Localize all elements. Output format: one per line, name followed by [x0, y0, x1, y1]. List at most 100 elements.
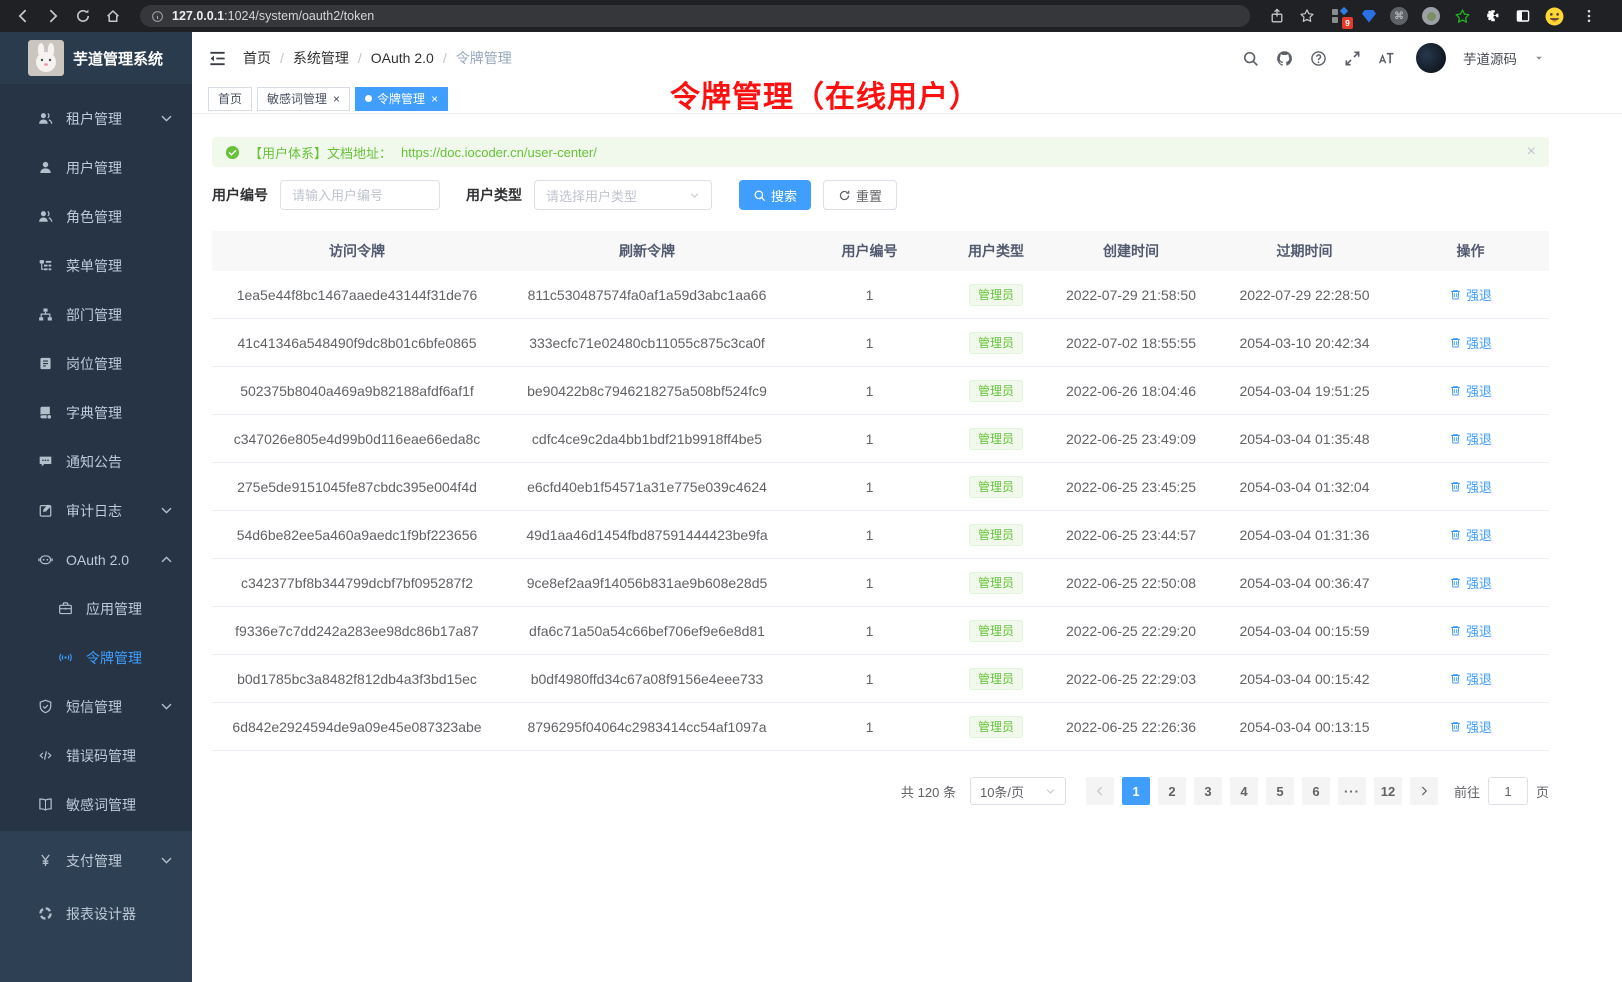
extension-star-icon[interactable] [1454, 8, 1471, 25]
tab-item[interactable]: 令牌管理× [355, 87, 448, 111]
goto-page-input[interactable] [1488, 777, 1528, 805]
chevron-down-icon [159, 853, 174, 868]
force-logout-label: 强退 [1466, 477, 1492, 496]
chevron-down-icon[interactable] [1534, 53, 1544, 63]
page-size-select[interactable]: 10条/页 [970, 777, 1066, 805]
breadcrumb-item[interactable]: 首页 [243, 48, 271, 68]
help-icon[interactable] [1310, 50, 1327, 67]
breadcrumb-item[interactable]: OAuth 2.0 [371, 50, 434, 66]
user-type-badge: 管理员 [969, 620, 1023, 642]
user-type-cell: 管理员 [947, 572, 1045, 594]
trash-icon [1449, 432, 1462, 445]
extension-command-icon[interactable]: ⌘ [1390, 7, 1408, 25]
sidebar-item-user[interactable]: 用户管理 [0, 143, 192, 192]
sidebar-item-post[interactable]: 岗位管理 [0, 339, 192, 388]
page-button[interactable]: 5 [1266, 777, 1294, 805]
next-page-button[interactable] [1410, 777, 1438, 805]
user-type-cell: 管理员 [947, 476, 1045, 498]
font-size-icon[interactable] [1378, 50, 1395, 67]
sidebar-item-label: 短信管理 [66, 697, 122, 717]
sidebar-subitem-app[interactable]: 应用管理 [0, 584, 192, 633]
sidebar-item-audit[interactable]: 审计日志 [0, 486, 192, 535]
reset-button[interactable]: 重置 [823, 180, 897, 210]
table-row: c342377bf8b344799dcbf7bf095287f29ce8ef2a… [212, 559, 1549, 607]
tab-item[interactable]: 首页 [208, 87, 252, 111]
sidebar-item-book[interactable]: 敏感词管理 [0, 780, 192, 829]
force-logout-button[interactable]: 强退 [1449, 285, 1492, 304]
force-logout-button[interactable]: 强退 [1449, 429, 1492, 448]
action-cell: 强退 [1392, 669, 1549, 688]
extension-gem-icon[interactable] [1362, 10, 1376, 23]
table-row: 41c41346a548490f9dc8b01c6bfe0865333ecfc7… [212, 319, 1549, 367]
browser-back-button[interactable] [10, 4, 36, 28]
refresh-token-cell: 49d1aa46d1454fbd87591444423be9fa [502, 527, 792, 543]
force-logout-button[interactable]: 强退 [1449, 573, 1492, 592]
page-button[interactable]: 6 [1302, 777, 1330, 805]
users-icon [38, 111, 53, 126]
force-logout-button[interactable]: 强退 [1449, 621, 1492, 640]
sidebar-item-pay[interactable]: 支付管理 [0, 834, 192, 887]
extension-icons: 9 ⌘ [1332, 7, 1564, 26]
sidebar-item-sms[interactable]: 短信管理 [0, 682, 192, 731]
sidebar-item-label: 用户管理 [66, 158, 122, 178]
trash-icon [1449, 624, 1462, 637]
sidebar-item-oauth[interactable]: OAuth 2.0 [0, 535, 192, 584]
expires-at-cell: 2054-03-10 20:42:34 [1217, 335, 1392, 351]
sidebar-item-report[interactable]: 报表设计器 [0, 887, 192, 940]
alert-doc-link[interactable]: https://doc.iocoder.cn/user-center/ [401, 145, 597, 160]
sidebar-item-users[interactable]: 租户管理 [0, 94, 192, 143]
sidebar-item-notice[interactable]: 通知公告 [0, 437, 192, 486]
extension-sidepanel-icon[interactable] [1515, 8, 1531, 24]
sidebar-item-dict[interactable]: 字典管理 [0, 388, 192, 437]
alert-close-icon[interactable]: × [1527, 143, 1536, 161]
url-bar[interactable]: 127.0.0.1:1024/system/oauth2/token [140, 5, 1250, 27]
browser-menu-button[interactable] [1576, 4, 1602, 28]
page-button[interactable]: 4 [1230, 777, 1258, 805]
github-icon[interactable] [1276, 50, 1293, 67]
browser-reload-button[interactable] [70, 4, 96, 28]
tab-item[interactable]: 敏感词管理× [257, 87, 350, 111]
page-button[interactable]: 12 [1374, 777, 1402, 805]
user-id-input[interactable] [280, 180, 440, 210]
sidebar-item-dept[interactable]: 部门管理 [0, 290, 192, 339]
extension-puzzle-icon[interactable] [1485, 8, 1501, 24]
page-button[interactable]: 3 [1194, 777, 1222, 805]
sidebar-item-label: 审计日志 [66, 501, 122, 521]
search-button[interactable]: 搜索 [739, 180, 811, 210]
tab-close-icon[interactable]: × [431, 93, 438, 105]
search-icon[interactable] [1242, 50, 1259, 67]
notice-icon [38, 454, 53, 469]
sidebar-subitem-token[interactable]: 令牌管理 [0, 633, 192, 682]
force-logout-button[interactable]: 强退 [1449, 333, 1492, 352]
user-type-cell: 管理员 [947, 332, 1045, 354]
page-button[interactable]: ··· [1338, 777, 1366, 805]
force-logout-button[interactable]: 强退 [1449, 381, 1492, 400]
browser-home-button[interactable] [100, 4, 126, 28]
sidebar-collapse-icon[interactable] [208, 49, 227, 68]
browser-forward-button[interactable] [40, 4, 66, 28]
page-button[interactable]: 1 [1122, 777, 1150, 805]
force-logout-button[interactable]: 强退 [1449, 525, 1492, 544]
sidebar-item-code[interactable]: 错误码管理 [0, 731, 192, 780]
browser-profile-avatar[interactable] [1545, 7, 1564, 26]
force-logout-button[interactable]: 强退 [1449, 717, 1492, 736]
page-button[interactable]: 2 [1158, 777, 1186, 805]
force-logout-button[interactable]: 强退 [1449, 477, 1492, 496]
sidebar-item-role[interactable]: 角色管理 [0, 192, 192, 241]
extension-record-icon[interactable] [1422, 7, 1440, 25]
breadcrumb-item[interactable]: 系统管理 [293, 48, 349, 68]
user-type-select[interactable]: 请选择用户类型 [534, 180, 712, 210]
access-token-cell: 1ea5e44f8bc1467aaede43144f31de76 [212, 287, 502, 303]
forward-icon [45, 8, 61, 24]
chevron-up-icon [159, 552, 174, 567]
fullscreen-icon[interactable] [1344, 50, 1361, 67]
user-avatar[interactable] [1416, 43, 1446, 73]
force-logout-button[interactable]: 强退 [1449, 669, 1492, 688]
tab-close-icon[interactable]: × [333, 93, 340, 105]
extension-grid-icon[interactable]: 9 [1332, 8, 1348, 24]
browser-share-button[interactable] [1264, 4, 1290, 28]
prev-page-button[interactable] [1086, 777, 1114, 805]
sidebar-item-menuTree[interactable]: 菜单管理 [0, 241, 192, 290]
browser-bookmark-button[interactable] [1294, 4, 1320, 28]
created-at-cell: 2022-07-02 18:55:55 [1045, 335, 1217, 351]
